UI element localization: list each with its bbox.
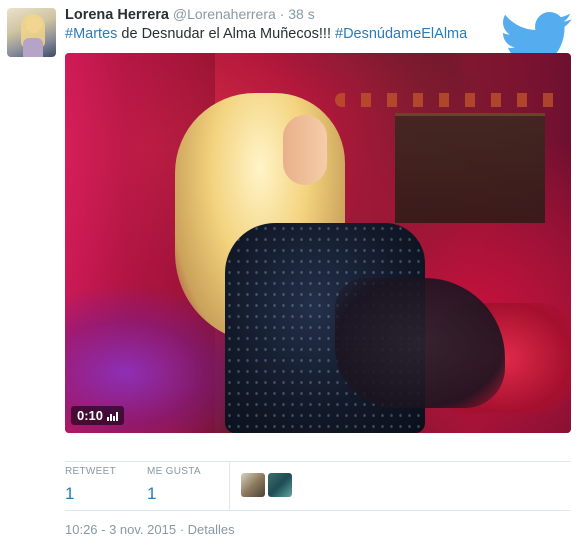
tweet-time[interactable]: 38 s bbox=[288, 6, 314, 22]
video-frame-backdrop bbox=[395, 113, 545, 223]
likers-avatars bbox=[241, 473, 292, 497]
video-frame-lights bbox=[335, 93, 565, 107]
hashtag-martes[interactable]: #Martes bbox=[65, 26, 117, 42]
stats-separator bbox=[229, 462, 230, 510]
equalizer-icon bbox=[107, 411, 119, 421]
tweet-stats: RETWEET 1 ME GUSTA 1 bbox=[65, 462, 292, 510]
tweet-text: #Martes de Desnudar el Alma Muñecos!!! #… bbox=[65, 26, 467, 42]
like-count[interactable]: 1 bbox=[147, 484, 229, 504]
hashtag-desnudameelalma[interactable]: #DesnúdameElAlma bbox=[335, 26, 467, 42]
stats-bottom-divider bbox=[65, 510, 571, 511]
header-separator: · bbox=[279, 6, 285, 22]
author-fullname[interactable]: Lorena Herrera bbox=[65, 7, 169, 23]
tweet-header: Lorena Herrera @Lorenaherrera · 38 s bbox=[65, 6, 315, 23]
tweet-footer: 10:26 - 3 nov. 2015 · Detalles bbox=[65, 522, 235, 537]
retweet-count[interactable]: 1 bbox=[65, 484, 147, 504]
tweet-timestamp: 10:26 - 3 nov. 2015 bbox=[65, 522, 177, 537]
tweet-text-body: de Desnudar el Alma Muñecos!!! bbox=[117, 26, 336, 42]
retweet-label: RETWEET bbox=[65, 466, 116, 477]
like-stat[interactable]: ME GUSTA 1 bbox=[147, 462, 229, 510]
author-avatar[interactable] bbox=[7, 8, 56, 57]
video-duration-badge: 0:10 bbox=[71, 406, 125, 425]
details-link[interactable]: Detalles bbox=[188, 522, 235, 537]
avatar-body bbox=[23, 38, 43, 57]
retweet-stat[interactable]: RETWEET 1 bbox=[65, 462, 147, 510]
video-frame-cape bbox=[335, 278, 505, 408]
liker-avatar[interactable] bbox=[268, 473, 292, 497]
liker-avatar[interactable] bbox=[241, 473, 265, 497]
video-duration: 0:10 bbox=[77, 408, 104, 423]
video-player[interactable]: 0:10 bbox=[65, 53, 571, 433]
like-label: ME GUSTA bbox=[147, 466, 201, 477]
footer-separator: · bbox=[179, 522, 185, 537]
author-handle[interactable]: @Lorenaherrera bbox=[173, 6, 276, 22]
video-frame-performer-face bbox=[283, 115, 327, 185]
